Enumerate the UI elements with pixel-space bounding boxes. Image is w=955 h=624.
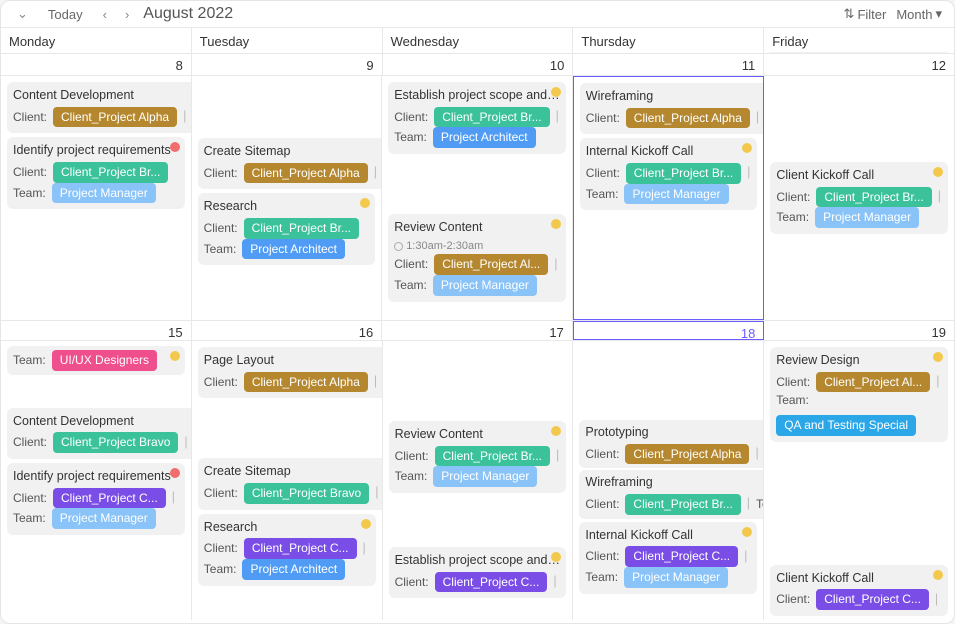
weekday-mon: Monday xyxy=(1,28,192,53)
cell-tue-16[interactable]: Page Layout Client:Client_Project Alpha|… xyxy=(192,341,383,620)
cell-thu-18[interactable]: Prototyping Client:Client_Project Alpha|… xyxy=(573,341,764,620)
filter-button[interactable]: ⇅ Filter xyxy=(844,6,887,22)
next-month-icon[interactable]: › xyxy=(121,5,133,24)
event-page-layout[interactable]: Page Layout Client:Client_Project Alpha|… xyxy=(198,347,383,398)
weekday-header: Monday Tuesday Wednesday Thursday Friday… xyxy=(1,27,954,53)
day-16: 16 xyxy=(359,325,373,340)
day-17: 17 xyxy=(549,325,563,340)
event-content-dev[interactable]: Content Development Client: Client_Proje… xyxy=(7,82,192,133)
day-18: 18 xyxy=(741,326,755,340)
event-overflow[interactable]: Team:UI/UX Designers xyxy=(7,346,185,375)
event-sitemap[interactable]: Create Sitemap Client:Client_Project Bra… xyxy=(198,458,383,509)
status-dot-icon xyxy=(170,468,180,478)
status-dot-icon xyxy=(933,570,943,580)
cell-wed-10[interactable]: Establish project scope and lin Client:C… xyxy=(382,76,573,320)
cell-tue-9[interactable]: Create Sitemap Client:Client_Project Alp… xyxy=(192,76,383,320)
event-identify-req[interactable]: Identify project requirements Client:Cli… xyxy=(7,463,185,535)
event-identify-req[interactable]: Identify project requirements Client:Cli… xyxy=(7,137,185,209)
event-review-content[interactable]: Review Content Client:Client_Project Br.… xyxy=(389,421,567,493)
day-15: 15 xyxy=(168,325,182,340)
status-dot-icon xyxy=(170,351,180,361)
day-12: 12 xyxy=(932,58,946,73)
overflow-event-fri[interactable]: Team: Project Manager xyxy=(768,52,950,53)
cell-mon-8[interactable]: Content Development Client: Client_Proje… xyxy=(1,76,192,320)
event-wireframing[interactable]: Wireframing Client:Client_Project Br...|… xyxy=(579,470,764,518)
calendar-app: ⌄ Today ‹ › August 2022 ⇅ Filter Month ▾… xyxy=(0,0,955,624)
event-wireframing[interactable]: Wireframing Client:Client_Project Alpha|… xyxy=(580,83,765,134)
cell-wed-17[interactable]: Review Content Client:Client_Project Br.… xyxy=(383,341,574,620)
cell-mon-15[interactable]: Team:UI/UX Designers Content Development… xyxy=(1,341,192,620)
event-research[interactable]: Research Client:Client_Project Br... Tea… xyxy=(198,193,376,265)
calendar-grid: Monday Tuesday Wednesday Thursday Friday… xyxy=(1,27,954,623)
event-content-dev[interactable]: Content Development Client:Client_Projec… xyxy=(7,408,192,459)
status-dot-icon xyxy=(551,219,561,229)
week-row-1: Content Development Client: Client_Proje… xyxy=(1,75,954,320)
client-tag: Client_Project Alpha xyxy=(53,107,177,128)
week-row-2: Team:UI/UX Designers Content Development… xyxy=(1,340,954,620)
event-prototyping[interactable]: Prototyping Client:Client_Project Alpha|… xyxy=(579,420,764,468)
month-title: August 2022 xyxy=(143,5,233,23)
status-dot-icon xyxy=(742,527,752,537)
toolbar: ⌄ Today ‹ › August 2022 ⇅ Filter Month ▾ xyxy=(1,1,954,27)
event-kickoff-client[interactable]: Client Kickoff Call Client:Client_Projec… xyxy=(770,565,948,616)
event-research[interactable]: Research Client:Client_Project C...| Tea… xyxy=(198,514,376,586)
status-dot-icon xyxy=(170,142,180,152)
view-switcher[interactable]: Month ▾ xyxy=(896,6,942,22)
event-kickoff-client[interactable]: Client Kickoff Call Client:Client_Projec… xyxy=(770,162,948,234)
status-dot-icon xyxy=(933,167,943,177)
event-kickoff-internal[interactable]: Internal Kickoff Call Client:Client_Proj… xyxy=(579,522,757,594)
status-dot-icon xyxy=(933,352,943,362)
cell-fri-12[interactable]: Client Kickoff Call Client:Client_Projec… xyxy=(764,76,954,320)
event-scope[interactable]: Establish project scope and lin Client:C… xyxy=(389,547,567,598)
weekday-tue: Tuesday xyxy=(192,28,383,53)
day-11: 11 xyxy=(742,58,756,73)
today-button[interactable]: Today xyxy=(42,5,89,24)
weekday-thu: Thursday xyxy=(573,28,764,53)
daynum-strip-1: 8 9 10 11 12 xyxy=(1,53,954,75)
collapse-icon[interactable]: ⌄ xyxy=(13,4,32,24)
weekday-wed: Wednesday xyxy=(383,28,574,53)
event-sitemap[interactable]: Create Sitemap Client:Client_Project Alp… xyxy=(198,138,383,189)
event-review-design[interactable]: Review Design Client:Client_Project Al..… xyxy=(770,347,948,442)
event-kickoff-internal[interactable]: Internal Kickoff Call Client:Client_Proj… xyxy=(580,138,758,210)
event-scope[interactable]: Establish project scope and lin Client:C… xyxy=(388,82,566,154)
event-review-content[interactable]: Review Content 1:30am-2:30am Client:Clie… xyxy=(388,214,566,301)
weekday-fri: Friday Team: Project Manager xyxy=(764,28,954,53)
day-8: 8 xyxy=(176,58,183,73)
prev-month-icon[interactable]: ‹ xyxy=(99,5,111,24)
day-9: 9 xyxy=(366,58,373,73)
daynum-strip-2: 15 16 17 18 19 xyxy=(1,320,954,340)
day-19: 19 xyxy=(932,325,946,340)
day-10: 10 xyxy=(550,58,564,73)
clock-icon xyxy=(394,242,403,251)
status-dot-icon xyxy=(361,519,371,529)
cell-thu-11[interactable]: Wireframing Client:Client_Project Alpha|… xyxy=(573,76,765,320)
cell-fri-19[interactable]: Review Design Client:Client_Project Al..… xyxy=(764,341,954,620)
status-dot-icon xyxy=(551,87,561,97)
